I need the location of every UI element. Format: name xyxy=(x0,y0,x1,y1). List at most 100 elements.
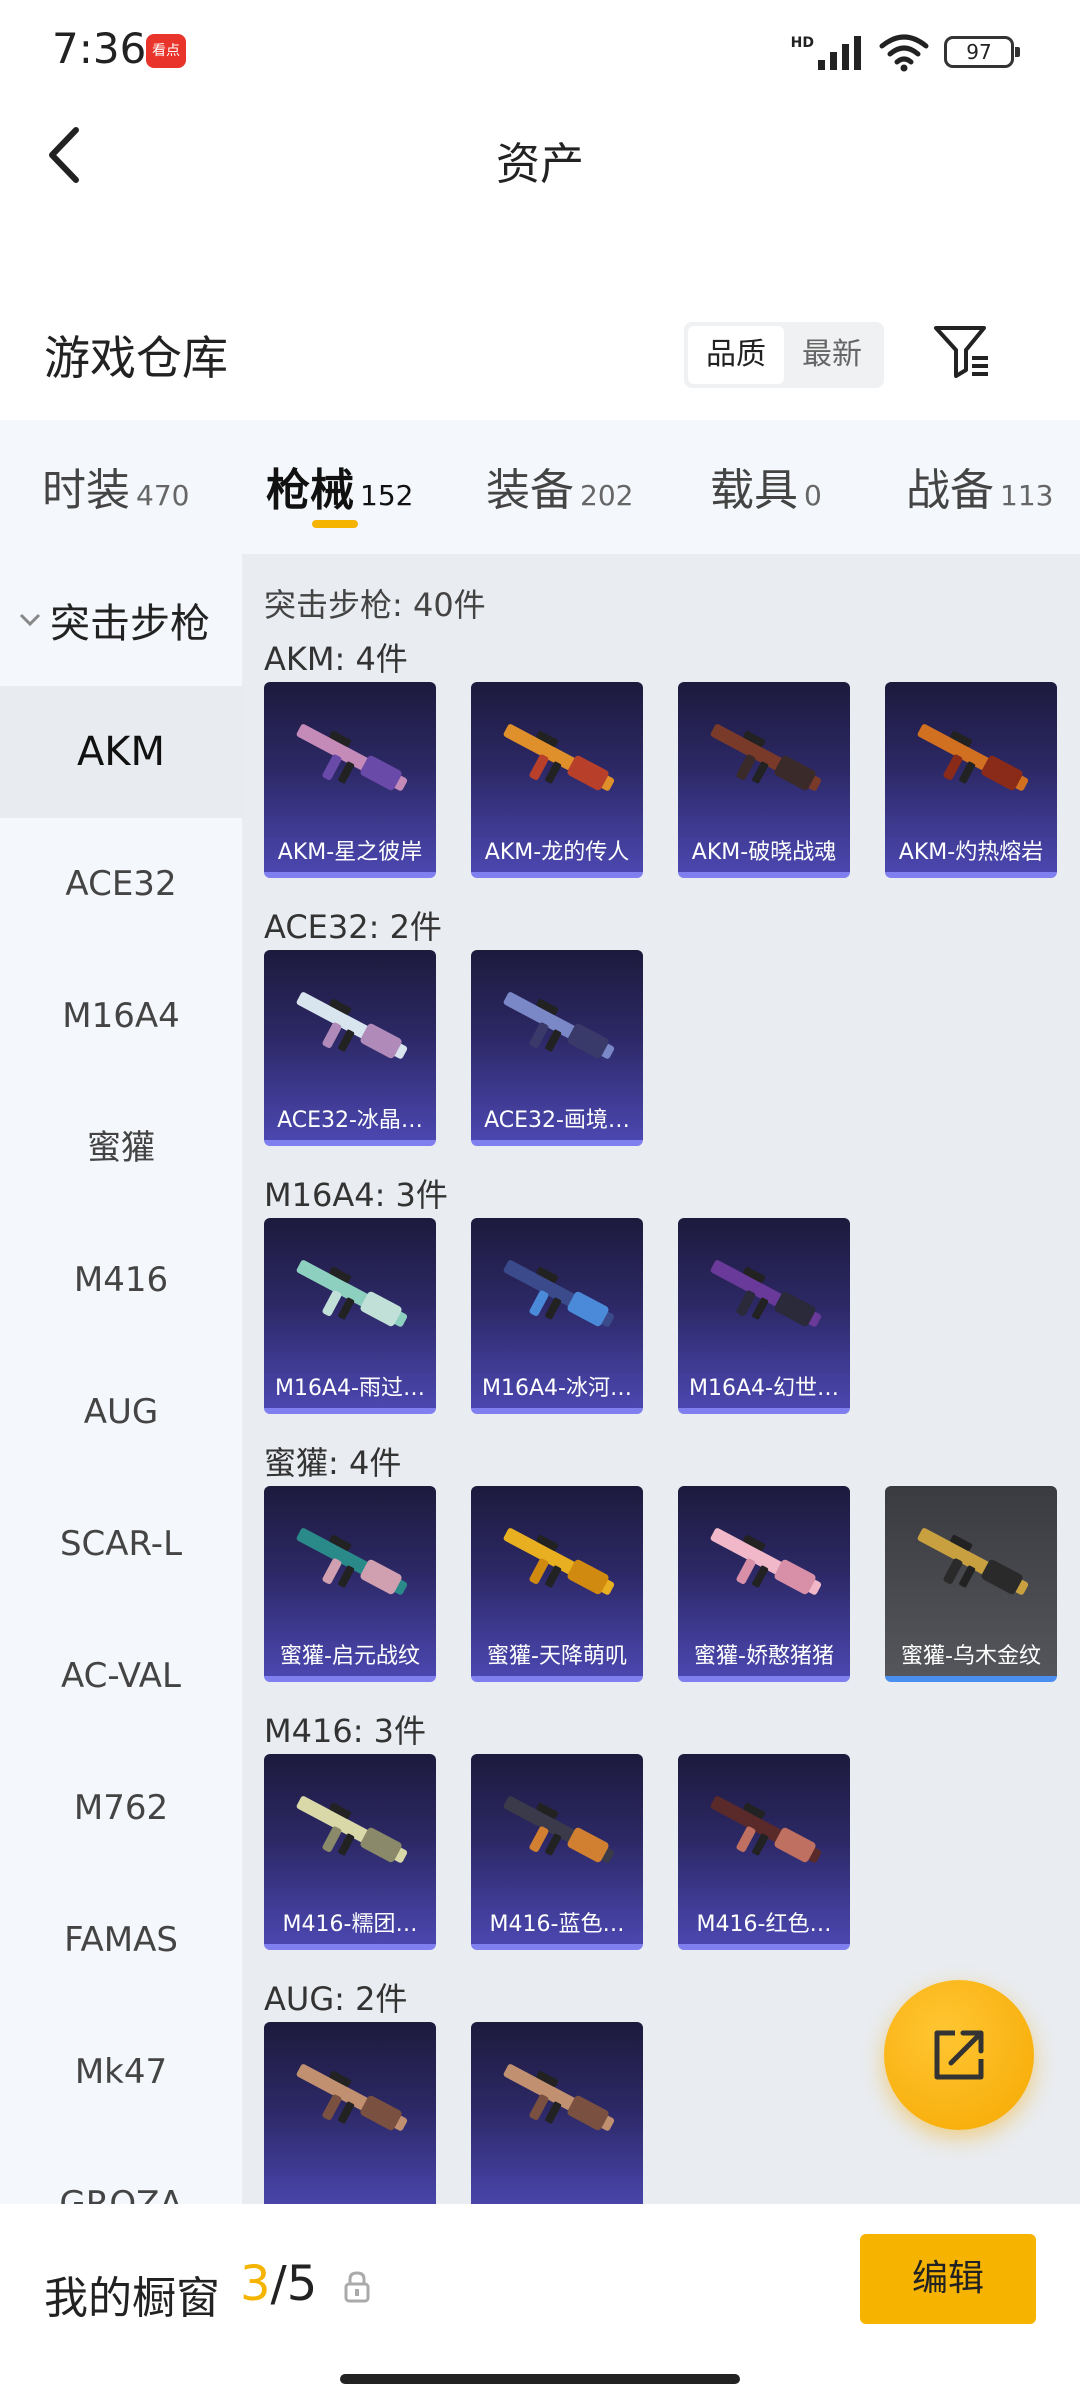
weapon-card-name: M16A4-雨过… xyxy=(275,1376,425,1401)
weapon-card[interactable]: M16A4-幻世… xyxy=(678,1218,850,1414)
weapon-card[interactable]: ACE32-冰晶… xyxy=(264,950,436,1146)
weapon-card[interactable]: M16A4-冰河… xyxy=(471,1218,643,1414)
category-tabs: 时装 470 枪械 152 装备 202 载具 0 战备 113 xyxy=(0,420,1080,554)
rifle-icon xyxy=(296,724,408,791)
tab-label: 战备 xyxy=(906,465,994,516)
weapon-card[interactable]: ACE32-画境… xyxy=(471,950,643,1146)
rifle-icon xyxy=(710,1260,822,1327)
rifle-icon xyxy=(503,1260,615,1327)
weapon-card[interactable]: 蜜獾-乌木金纹 xyxy=(885,1486,1057,1682)
sidebar-item-ace32[interactable]: ACE32 xyxy=(0,818,242,950)
sort-quality-option[interactable]: 品质 xyxy=(688,326,784,384)
group-label: AKM: 4件 xyxy=(264,640,408,678)
share-button[interactable] xyxy=(884,1980,1034,2130)
weapon-card-name: M416-红色… xyxy=(696,1912,832,1937)
sidebar-item-scar-l[interactable]: SCAR-L xyxy=(0,1478,242,1610)
sidebar-item-mk47[interactable]: Mk47 xyxy=(0,2006,242,2138)
tab-fashion[interactable]: 时装 470 xyxy=(42,454,189,518)
group-label: AUG: 2件 xyxy=(264,1980,408,2018)
weapon-card[interactable]: AKM-龙的传人 xyxy=(471,682,643,878)
weapon-card[interactable]: M416-糯团… xyxy=(264,1754,436,1950)
weapon-card-name: 蜜獾-乌木金纹 xyxy=(901,1644,1041,1669)
tab-label: 载具 xyxy=(710,465,798,516)
home-indicator[interactable] xyxy=(340,2374,740,2384)
weapon-card[interactable]: M416-蓝色… xyxy=(471,1754,643,1950)
rifle-icon xyxy=(296,1260,408,1327)
rifle-icon xyxy=(917,1528,1029,1595)
weapon-card-name: M16A4-冰河… xyxy=(482,1376,632,1401)
weapon-card[interactable]: 蜜獾-天降萌叽 xyxy=(471,1486,643,1682)
sort-newest-option[interactable]: 最新 xyxy=(784,326,880,384)
category-total: 突击步枪: 40件 xyxy=(264,586,486,624)
weapon-card[interactable]: AKM-灼热熔岩 xyxy=(885,682,1057,878)
sidebar-item-groza[interactable]: GROZA xyxy=(0,2138,242,2204)
tab-count: 152 xyxy=(360,479,414,512)
wifi-icon xyxy=(879,34,929,72)
showcase-title: 我的橱窗 xyxy=(44,2273,220,2324)
weapon-card-name: M16A4-幻世… xyxy=(689,1376,839,1401)
weapon-card[interactable] xyxy=(264,2022,436,2204)
sidebar-item-akm[interactable]: AKM xyxy=(0,686,242,818)
page-title: 资产 xyxy=(496,139,584,190)
rifle-icon xyxy=(710,724,822,791)
weapon-card-name: ACE32-冰晶… xyxy=(277,1108,423,1133)
sidebar-item-aug[interactable]: AUG xyxy=(0,1346,242,1478)
showcase-count: 3/5 xyxy=(240,2256,317,2312)
group-label: ACE32: 2件 xyxy=(264,908,442,946)
weapon-card[interactable]: M416-红色… xyxy=(678,1754,850,1950)
tab-guns[interactable]: 枪械 152 xyxy=(266,454,413,518)
sidebar-item-m762[interactable]: M762 xyxy=(0,1742,242,1874)
sidebar-item-m416[interactable]: M416 xyxy=(0,1214,242,1346)
showcase-bar: 我的橱窗 3/5 编辑 xyxy=(0,2204,1080,2400)
rifle-icon xyxy=(503,1796,615,1863)
weapon-card[interactable]: AKM-破晓战魂 xyxy=(678,682,850,878)
tab-label: 枪械 xyxy=(266,465,354,516)
rifle-icon xyxy=(296,992,408,1059)
filter-icon[interactable] xyxy=(932,322,992,382)
rifle-icon xyxy=(710,1528,822,1595)
tab-supplies[interactable]: 战备 113 xyxy=(906,454,1053,518)
weapon-card-name: 蜜獾-启元战纹 xyxy=(280,1644,420,1669)
tab-count: 470 xyxy=(136,479,190,512)
rifle-icon xyxy=(917,724,1029,791)
rifle-icon xyxy=(710,1796,822,1863)
sidebar-category-label: 突击步枪 xyxy=(50,601,210,647)
app-notification-icon: 看点 xyxy=(146,34,186,68)
signal-icon xyxy=(818,36,861,70)
weapon-card-name: M416-糯团… xyxy=(282,1912,418,1937)
battery-icon: 97 xyxy=(944,36,1020,68)
edit-button[interactable]: 编辑 xyxy=(860,2234,1036,2324)
group-label: M16A4: 3件 xyxy=(264,1176,448,1214)
rifle-icon xyxy=(503,724,615,791)
sidebar-category[interactable]: 突击步枪 xyxy=(0,554,242,686)
group-label: 蜜獾: 4件 xyxy=(264,1444,402,1482)
status-time: 7:36 xyxy=(52,24,147,73)
weapon-card-name: 蜜獾-娇憨猪猪 xyxy=(694,1644,834,1669)
weapon-card[interactable]: 蜜獾-娇憨猪猪 xyxy=(678,1486,850,1682)
tab-label: 装备 xyxy=(486,465,574,516)
weapon-card[interactable]: 蜜獾-启元战纹 xyxy=(264,1486,436,1682)
sidebar-item-m16a4[interactable]: M16A4 xyxy=(0,950,242,1082)
tab-label: 时装 xyxy=(42,465,130,516)
rifle-icon xyxy=(296,2064,408,2131)
weapon-card-name: AKM-破晓战魂 xyxy=(691,840,837,865)
showcase-slash: / xyxy=(270,2256,287,2312)
weapon-grid: 突击步枪: 40件 AKM: 4件 AKM-星之彼岸 AKM-龙的传人 AKM-破晓战… xyxy=(242,554,1080,2204)
sidebar-item-famas[interactable]: FAMAS xyxy=(0,1874,242,2006)
rifle-icon xyxy=(503,992,615,1059)
hd-label: HD xyxy=(790,35,814,51)
weapon-sidebar: 突击步枪 AKM ACE32 M16A4 蜜獾 M416 AUG SCAR-L … xyxy=(0,554,242,2204)
chevron-down-icon xyxy=(19,613,41,627)
weapon-card[interactable]: AKM-星之彼岸 xyxy=(264,682,436,878)
showcase-max: 5 xyxy=(286,2256,318,2312)
weapon-card[interactable]: M16A4-雨过… xyxy=(264,1218,436,1414)
tab-equipment[interactable]: 装备 202 xyxy=(486,454,633,518)
share-external-icon xyxy=(934,2030,984,2080)
tab-vehicles[interactable]: 载具 0 xyxy=(710,454,822,518)
weapon-card[interactable] xyxy=(471,2022,643,2204)
sidebar-item-ac-val[interactable]: AC-VAL xyxy=(0,1610,242,1742)
lock-icon xyxy=(344,2271,370,2303)
sidebar-item-honey-badger[interactable]: 蜜獾 xyxy=(0,1082,242,1214)
tab-count: 0 xyxy=(804,479,822,512)
group-label: M416: 3件 xyxy=(264,1712,427,1750)
